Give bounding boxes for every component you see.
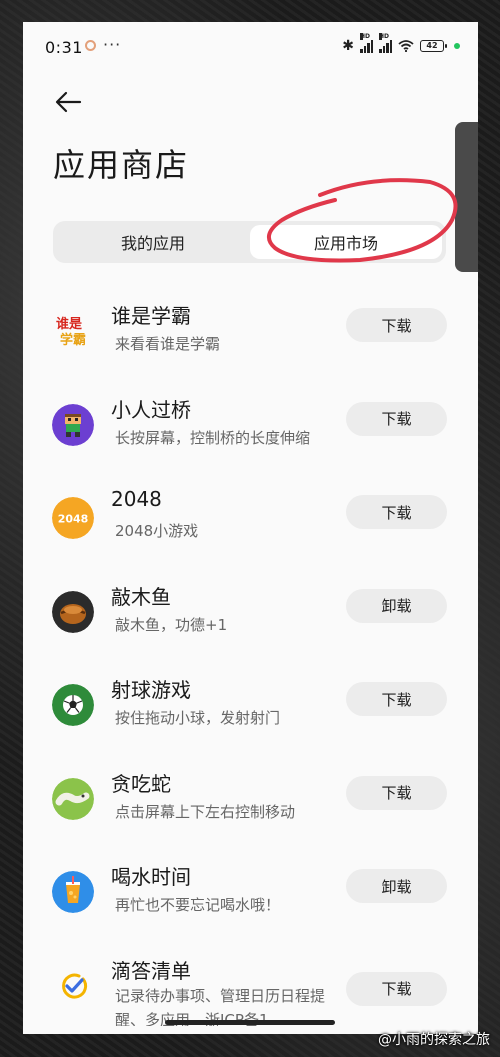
download-button[interactable]: 下载	[346, 971, 447, 1006]
back-arrow-icon[interactable]	[53, 87, 83, 117]
list-item[interactable]: 贪吃蛇 点击屏幕上下左右控制移动 下载	[23, 756, 478, 850]
privacy-indicator-icon	[454, 43, 460, 49]
list-item[interactable]: 喝水时间 再忙也不要忘记喝水哦！ 卸载	[23, 849, 478, 943]
icon-2048-text: 2048	[58, 513, 89, 526]
status-bar: 0:31 ··· ✱ HD HD 42	[23, 22, 478, 74]
app-description: 2048小游戏	[115, 522, 199, 540]
page-title: 应用商店	[53, 146, 190, 184]
app-name: 贪吃蛇	[111, 771, 171, 796]
battery-icon: 42	[420, 40, 447, 52]
home-indicator[interactable]	[165, 1020, 335, 1025]
signal-icon: HD	[360, 33, 373, 53]
bluetooth-icon: ✱	[342, 38, 354, 54]
list-item[interactable]: 谁是 学霸 谁是学霸 来看看谁是学霸 下载	[23, 288, 478, 382]
download-button[interactable]: 下载	[346, 308, 447, 342]
download-button[interactable]: 下载	[346, 401, 447, 436]
signal-icon-2: HD	[379, 33, 392, 53]
app-name: 射球游戏	[111, 678, 191, 702]
bridge-character-icon	[52, 403, 94, 446]
svg-text:谁是: 谁是	[56, 316, 83, 332]
list-item[interactable]: 敲木鱼 敲木鱼，功德+1 卸载	[23, 569, 478, 663]
app-description: 长按屏幕，控制桥的长度伸缩	[115, 428, 311, 447]
app-description: 再忙也不要忘记喝水哦！	[115, 896, 281, 914]
2048-app-icon: 2048	[52, 497, 94, 539]
app-description: 敲木鱼，功德+1	[115, 615, 228, 634]
list-item[interactable]: 小人过桥 长按屏幕，控制桥的长度伸缩 下载	[23, 382, 478, 476]
uninstall-button[interactable]: 卸载	[346, 588, 447, 623]
app-name: 敲木鱼	[111, 584, 171, 609]
app-name: 谁是学霸	[111, 304, 191, 328]
app-list: 谁是 学霸 谁是学霸 来看看谁是学霸 下载 小人过桥 长按屏幕，控制桥的长度伸缩…	[23, 288, 478, 1034]
download-button[interactable]: 下载	[346, 775, 447, 810]
soccer-ball-icon	[52, 684, 94, 726]
xueba-app-icon: 谁是 学霸	[52, 310, 94, 352]
signal-hd-label: HD	[360, 33, 371, 40]
download-button[interactable]: 下载	[346, 682, 447, 716]
wifi-icon	[398, 40, 414, 52]
water-cup-icon	[52, 871, 94, 913]
list-item[interactable]: 2048 2048 2048小游戏 下载	[23, 475, 478, 569]
app-description: 按住拖动小球，发射射门	[115, 709, 281, 727]
more-notifications-icon: ···	[103, 35, 122, 54]
app-description: 点击屏幕上下左右控制移动	[115, 802, 296, 821]
signal-hd-label-2: HD	[379, 33, 390, 40]
app-description: 来看看谁是学霸	[115, 335, 221, 353]
tab-my-apps[interactable]: 我的应用	[57, 225, 249, 259]
side-panel-handle[interactable]	[455, 122, 478, 272]
status-icons: ✱ HD HD 42	[342, 33, 460, 54]
segmented-tabs: 我的应用 应用市场	[53, 221, 446, 263]
checkmark-icon	[52, 964, 94, 1007]
phone-screen: 0:31 ··· ✱ HD HD 42 应用商店 我的应用 应用市场 谁是 学霸…	[23, 22, 478, 1034]
app-name: 滴答清单	[111, 958, 191, 983]
uninstall-button[interactable]: 卸载	[346, 869, 447, 903]
app-name: 喝水时间	[111, 865, 191, 889]
snake-icon	[52, 777, 94, 820]
tab-app-market[interactable]: 应用市场	[250, 225, 442, 259]
watermark: @小雨的探索之旅	[378, 1032, 490, 1048]
status-time: 0:31	[45, 38, 83, 57]
app-name: 2048	[111, 487, 162, 511]
download-button[interactable]: 下载	[346, 495, 447, 529]
wooden-fish-icon	[52, 590, 94, 633]
app-name: 小人过桥	[111, 397, 191, 422]
notification-icon	[85, 40, 96, 51]
svg-text:学霸: 学霸	[60, 332, 86, 348]
list-item[interactable]: 射球游戏 按住拖动小球，发射射门 下载	[23, 662, 478, 756]
